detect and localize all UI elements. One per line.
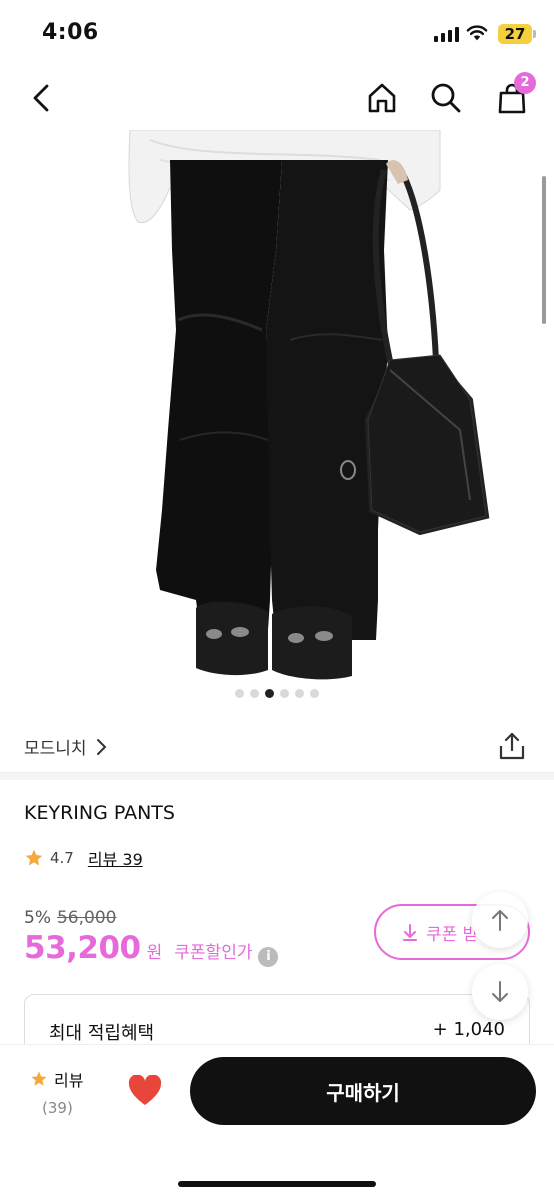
heart-icon[interactable] (128, 1075, 162, 1107)
star-icon (25, 849, 43, 866)
cart-count-badge: 2 (514, 72, 536, 94)
info-icon[interactable]: i (258, 947, 279, 967)
search-icon (431, 83, 461, 113)
pagination-dot[interactable] (250, 689, 259, 698)
page-scrollbar[interactable] (542, 176, 546, 324)
discount-rate: 5% (24, 908, 51, 928)
review-tab-label: 리뷰 (54, 1071, 84, 1090)
pagination-dot[interactable] (235, 689, 244, 698)
image-pagination-dots[interactable] (0, 689, 554, 698)
brand-row: 모드니치 (0, 722, 554, 772)
coupon-price-label: 쿠폰할인가 (174, 943, 253, 963)
bottom-action-bar: 리뷰 (39) 구매하기 (0, 1044, 554, 1200)
wifi-icon (466, 25, 488, 41)
home-icon (368, 83, 396, 113)
rating-row: 4.7 리뷰 39 (24, 846, 143, 870)
brand-name: 모드니치 (24, 739, 87, 759)
pagination-dot[interactable] (280, 689, 289, 698)
share-icon[interactable] (496, 730, 528, 762)
status-bar: 4:06 27 (0, 0, 554, 64)
arrow-up-icon (492, 910, 508, 931)
scroll-down-button[interactable] (472, 964, 528, 1020)
currency-label: 원 (146, 943, 163, 963)
review-tab[interactable]: 리뷰 (39) (30, 1067, 100, 1117)
review-tab-count: (39) (42, 1099, 73, 1117)
sale-price-row: 53,200 원 쿠폰할인가 i (24, 930, 279, 967)
product-image[interactable] (0, 130, 554, 682)
top-navigation: 2 (0, 64, 554, 132)
brand-link[interactable]: 모드니치 (24, 734, 107, 759)
original-price-row: 5% 56,000 (24, 908, 116, 928)
chevron-left-icon (33, 84, 49, 112)
pagination-dot[interactable] (295, 689, 304, 698)
arrow-down-icon (492, 981, 508, 1002)
product-photo (128, 130, 490, 680)
section-divider (0, 772, 554, 780)
status-time: 4:06 (42, 20, 99, 45)
original-price: 56,000 (56, 908, 117, 928)
search-button[interactable] (424, 76, 468, 120)
benefit-value: + 1,040 (432, 1019, 505, 1040)
sale-price: 53,200 (24, 930, 141, 966)
star-icon (31, 1071, 47, 1086)
cart-button[interactable]: 2 (490, 72, 536, 120)
pagination-dot[interactable] (310, 689, 319, 698)
product-detail-screen: 4:06 27 2 모드니치 KEYRING PANTS 4.7 리뷰 39 5… (0, 0, 554, 1200)
scroll-up-button[interactable] (472, 892, 528, 948)
home-indicator (178, 1181, 376, 1187)
coupon-button-label: 쿠폰 받 (426, 924, 479, 945)
product-name: KEYRING PANTS (24, 802, 175, 824)
cellular-signal-icon (434, 26, 459, 42)
battery-indicator: 27 (498, 24, 536, 44)
rating-value: 4.7 (50, 849, 74, 867)
download-arrow-icon (403, 924, 417, 941)
home-button[interactable] (360, 76, 404, 120)
buy-button[interactable]: 구매하기 (190, 1057, 536, 1125)
reviews-link[interactable]: 리뷰 39 (88, 846, 143, 870)
back-button[interactable] (20, 76, 64, 120)
chevron-right-icon (96, 738, 106, 755)
pagination-dot[interactable] (265, 689, 274, 698)
benefit-label: 최대 적립혜택 (49, 1023, 155, 1044)
